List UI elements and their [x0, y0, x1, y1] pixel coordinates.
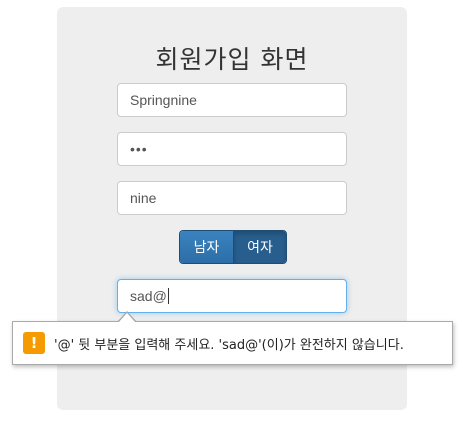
validation-tooltip: ! '@' 뒷 부분을 입력해 주세요. 'sad@'(이)가 완전하지 않습니… — [12, 321, 453, 365]
gender-female-button[interactable]: 여자 — [233, 231, 286, 263]
password-value: ••• — [130, 141, 148, 157]
nickname-value: nine — [130, 190, 157, 206]
gender-toggle-group: 남자 여자 — [179, 230, 287, 264]
username-field[interactable]: Springnine — [117, 83, 347, 117]
warning-icon: ! — [23, 332, 45, 354]
tooltip-arrow-fill — [118, 313, 136, 323]
username-value: Springnine — [130, 92, 197, 108]
validation-message: '@' 뒷 부분을 입력해 주세요. 'sad@'(이)가 완전하지 않습니다. — [54, 337, 404, 353]
email-value: sad@ — [130, 288, 167, 304]
page-title: 회원가입 화면 — [155, 45, 309, 74]
text-caret — [167, 288, 169, 304]
nickname-field[interactable]: nine — [117, 181, 347, 215]
password-field[interactable]: ••• — [117, 132, 347, 166]
email-field[interactable]: sad@ — [117, 279, 347, 313]
gender-male-button[interactable]: 남자 — [180, 231, 233, 263]
